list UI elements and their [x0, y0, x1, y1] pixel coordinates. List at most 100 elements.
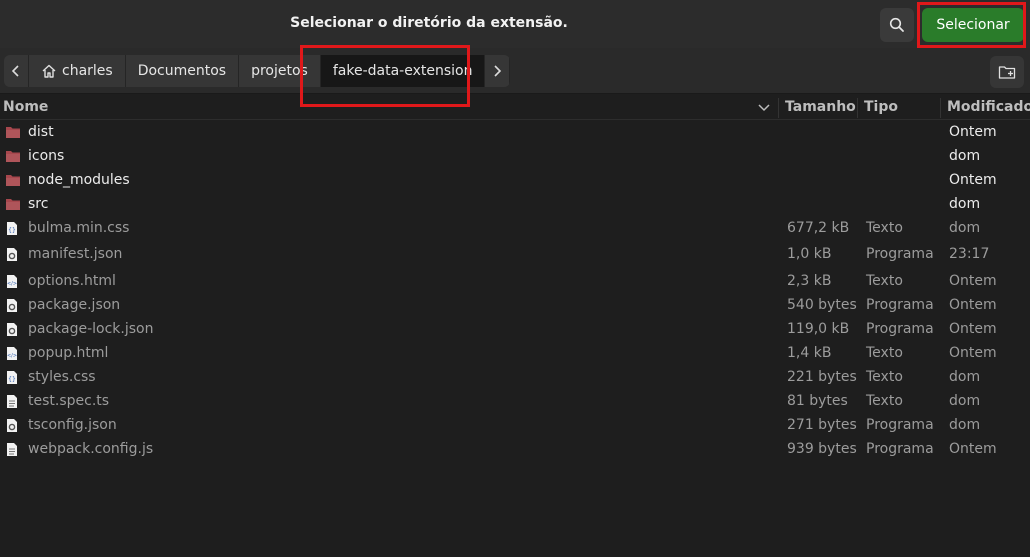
- json-file-icon: [7, 323, 17, 336]
- file-name: icons: [28, 148, 65, 164]
- file-modified: 23:17: [949, 246, 990, 262]
- column-headers: Nome Tamanho Tipo Modificado: [0, 96, 1030, 120]
- file-size: 540 bytes: [787, 297, 857, 313]
- html-file-icon: </>: [7, 275, 17, 288]
- column-separator: [940, 98, 941, 118]
- file-row[interactable]: manifest.json 1,0 kB Programa 23:17: [0, 242, 1030, 266]
- text-file-icon: [7, 395, 17, 408]
- svg-text:{}: {}: [8, 227, 16, 234]
- chevron-down-icon[interactable]: [757, 101, 771, 113]
- file-size: 271 bytes: [787, 417, 857, 433]
- svg-text:</>: </>: [7, 281, 17, 287]
- file-type: Programa: [866, 417, 934, 433]
- file-size: 1,4 kB: [787, 345, 832, 361]
- file-name: webpack.config.js: [28, 441, 154, 457]
- file-row[interactable]: node_modules Ontem: [0, 168, 1030, 192]
- file-row[interactable]: </> options.html 2,3 kB Texto Ontem: [0, 269, 1030, 293]
- file-name: package.json: [28, 297, 121, 313]
- column-header-size[interactable]: Tamanho: [785, 99, 856, 115]
- file-modified: Ontem: [949, 345, 997, 361]
- search-button[interactable]: [880, 8, 914, 42]
- folder-icon: [6, 151, 20, 162]
- file-row[interactable]: icons dom: [0, 144, 1030, 168]
- file-row[interactable]: package-lock.json 119,0 kB Programa Onte…: [0, 317, 1030, 341]
- folder-icon: [6, 175, 20, 186]
- breadcrumb-item-documentos[interactable]: Documentos: [126, 55, 240, 87]
- new-folder-button[interactable]: [990, 56, 1024, 88]
- file-row[interactable]: package.json 540 bytes Programa Ontem: [0, 293, 1030, 317]
- file-type: Texto: [866, 369, 903, 385]
- file-row[interactable]: {} styles.css 221 bytes Texto dom: [0, 365, 1030, 389]
- home-icon: [41, 63, 57, 79]
- dialog-title: Selecionar o diretório da extensão.: [290, 15, 568, 31]
- file-row[interactable]: src dom: [0, 192, 1030, 216]
- file-row[interactable]: tsconfig.json 271 bytes Programa dom: [0, 413, 1030, 437]
- file-size: 2,3 kB: [787, 273, 832, 289]
- forward-button[interactable]: [485, 55, 511, 87]
- column-separator: [857, 98, 858, 118]
- file-modified: dom: [949, 369, 981, 385]
- column-header-type[interactable]: Tipo: [864, 99, 898, 115]
- file-type: Texto: [866, 393, 903, 409]
- file-size: 221 bytes: [787, 369, 857, 385]
- file-modified: dom: [949, 417, 981, 433]
- chevron-right-icon: [494, 65, 502, 77]
- file-size: 677,2 kB: [787, 220, 850, 236]
- file-type: Programa: [866, 297, 934, 313]
- file-size: 119,0 kB: [787, 321, 850, 337]
- json-file-icon: [7, 248, 17, 261]
- file-size: 939 bytes: [787, 441, 857, 457]
- file-modified: dom: [949, 196, 981, 212]
- file-row[interactable]: test.spec.ts 81 bytes Texto dom: [0, 389, 1030, 413]
- folder-icon: [6, 199, 20, 210]
- file-modified: Ontem: [949, 273, 997, 289]
- breadcrumb: charles Documentos projetos fake-data-ex…: [4, 55, 511, 87]
- file-type: Programa: [866, 441, 934, 457]
- column-separator: [778, 98, 779, 118]
- file-name: popup.html: [28, 345, 109, 361]
- file-type: Programa: [866, 321, 934, 337]
- file-name: tsconfig.json: [28, 417, 117, 433]
- file-type: Programa: [866, 246, 934, 262]
- file-type: Texto: [866, 345, 903, 361]
- file-row[interactable]: dist Ontem: [0, 120, 1030, 144]
- file-name: bulma.min.css: [28, 220, 130, 236]
- file-size: 1,0 kB: [787, 246, 832, 262]
- svg-text:{}: {}: [8, 376, 16, 383]
- file-modified: dom: [949, 393, 981, 409]
- css-file-icon: {}: [7, 371, 17, 384]
- svg-text:</>: </>: [7, 353, 17, 359]
- file-modified: dom: [949, 148, 981, 164]
- file-row[interactable]: webpack.config.js 939 bytes Programa Ont…: [0, 437, 1030, 461]
- column-header-name[interactable]: Nome: [3, 99, 48, 115]
- back-button[interactable]: [4, 55, 29, 87]
- file-name: node_modules: [28, 172, 130, 188]
- breadcrumb-label: charles: [62, 63, 113, 79]
- breadcrumb-item-projetos[interactable]: projetos: [239, 55, 321, 87]
- breadcrumb-item-home[interactable]: charles: [29, 55, 126, 87]
- html-file-icon: </>: [7, 347, 17, 360]
- file-name: manifest.json: [28, 246, 123, 262]
- column-header-modified[interactable]: Modificado: [947, 99, 1030, 115]
- breadcrumb-item-current[interactable]: fake-data-extension: [320, 55, 486, 87]
- file-row[interactable]: </> popup.html 1,4 kB Texto Ontem: [0, 341, 1030, 365]
- file-modified: Ontem: [949, 441, 997, 457]
- path-bar: charles Documentos projetos fake-data-ex…: [0, 48, 1030, 94]
- new-folder-icon: [998, 66, 1016, 79]
- file-type: Texto: [866, 273, 903, 289]
- file-modified: Ontem: [949, 297, 997, 313]
- file-name: package-lock.json: [28, 321, 154, 337]
- file-row[interactable]: {} bulma.min.css 677,2 kB Texto dom: [0, 216, 1030, 240]
- chevron-left-icon: [11, 65, 19, 77]
- file-name: src: [28, 196, 49, 212]
- file-modified: Ontem: [949, 321, 997, 337]
- json-file-icon: [7, 299, 17, 312]
- select-button[interactable]: Selecionar: [922, 8, 1024, 42]
- json-file-icon: [7, 419, 17, 432]
- text-file-icon: [7, 443, 17, 456]
- file-modified: Ontem: [949, 124, 997, 140]
- file-name: styles.css: [28, 369, 96, 385]
- css-file-icon: {}: [7, 222, 17, 235]
- header-bar: Selecionar o diretório da extensão. Sele…: [0, 0, 1030, 48]
- folder-icon: [6, 127, 20, 138]
